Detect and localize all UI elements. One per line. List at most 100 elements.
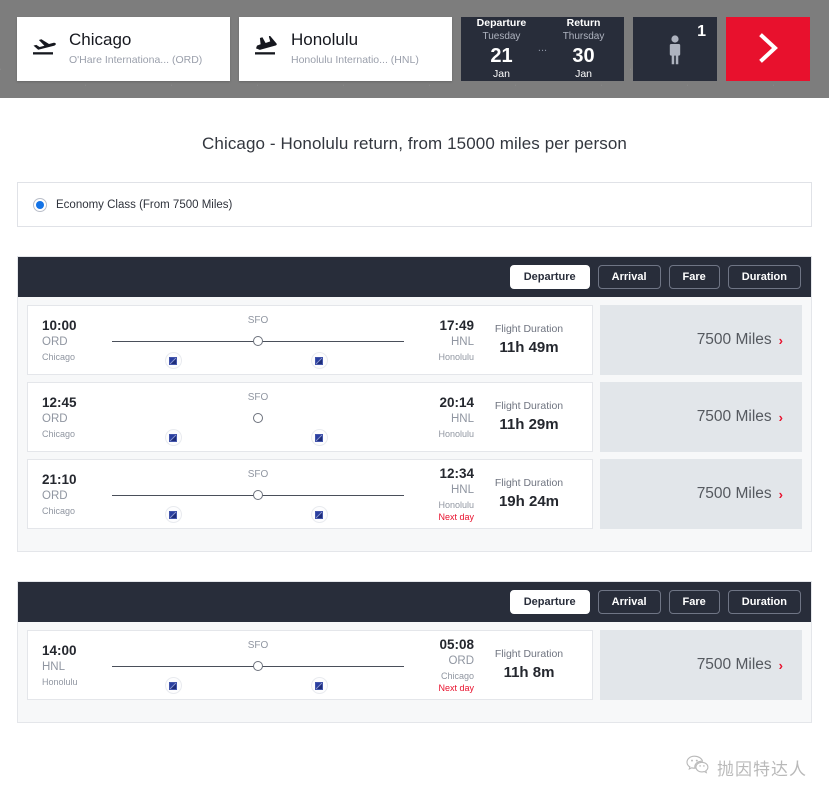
flight-row: 14:00 HNL Honolulu SFO 05:08 ORD Chicago… xyxy=(27,630,802,700)
flight-row: 10:00 ORD Chicago SFO 17:49 HNL Honolulu xyxy=(27,305,802,375)
flight-departure: 10:00 ORD Chicago xyxy=(42,317,106,363)
return-weekday: Thursday xyxy=(562,31,605,43)
duration-value: 11h 8m xyxy=(503,664,555,682)
flight-duration: Flight Duration 11h 29m xyxy=(474,399,578,436)
airline-logo-icon xyxy=(310,677,328,694)
flight-details: 12:45 ORD Chicago SFO 20:14 HNL Honolulu… xyxy=(27,382,593,452)
return-day: 30 xyxy=(572,44,595,67)
flight-arrival: 12:34 HNL Honolulu Next day xyxy=(410,465,474,523)
return-label: Return xyxy=(566,16,601,29)
origin-airport: O'Hare Internationa... (ORD) xyxy=(69,53,203,66)
sort-tab-arrival[interactable]: Arrival xyxy=(597,590,661,614)
departure-city: Chicago xyxy=(42,351,76,362)
destination-airport: Honolulu Internatio... (HNL) xyxy=(291,53,419,66)
cabin-class-label: Economy Class (From 7500 Miles) xyxy=(56,198,233,211)
wechat-icon xyxy=(686,755,710,780)
plane-takeoff-icon xyxy=(31,36,57,63)
arrival-time: 12:34 xyxy=(439,465,474,481)
sort-tab-fare[interactable]: Fare xyxy=(668,590,720,614)
departure-airport-code: ORD xyxy=(42,413,68,426)
arrival-time: 05:08 xyxy=(439,636,474,652)
airline-logo-icon xyxy=(164,429,182,446)
flight-path: SFO xyxy=(112,387,404,447)
chevron-right-icon: › xyxy=(778,409,783,425)
arrival-city: Honolulu xyxy=(438,351,474,362)
passenger-selector[interactable]: 1 xyxy=(633,17,717,81)
fare-price: 7500 Miles xyxy=(696,485,772,502)
inbound-sort-bar: Departure Arrival Fare Duration xyxy=(18,582,811,622)
fare-price: 7500 Miles xyxy=(696,408,772,425)
select-fare-button[interactable]: 7500 Miles › xyxy=(600,382,802,452)
fare-price: 7500 Miles xyxy=(696,656,772,673)
sort-tab-departure[interactable]: Departure xyxy=(509,265,590,289)
flight-departure: 14:00 HNL Honolulu xyxy=(42,642,106,688)
select-fare-button[interactable]: 7500 Miles › xyxy=(600,305,802,375)
arrival-airport-code: HNL xyxy=(450,413,474,426)
sort-tab-duration[interactable]: Duration xyxy=(727,265,801,289)
return-date[interactable]: Return Thursday 30 Jan xyxy=(553,17,614,82)
select-fare-button[interactable]: 7500 Miles › xyxy=(600,630,802,700)
departure-airport-code: ORD xyxy=(42,490,68,503)
page-title: Chicago - Honolulu return, from 15000 mi… xyxy=(202,134,627,153)
sort-tab-arrival[interactable]: Arrival xyxy=(597,265,661,289)
stopover-code: SFO xyxy=(247,392,269,403)
origin-selector[interactable]: Chicago O'Hare Internationa... (ORD) xyxy=(17,17,230,81)
arrival-airport-code: ORD xyxy=(448,655,474,668)
sort-tab-departure[interactable]: Departure xyxy=(509,590,590,614)
departure-city: Honolulu xyxy=(42,676,78,687)
flight-duration: Flight Duration 11h 49m xyxy=(474,322,578,359)
inbound-flight-list: 14:00 HNL Honolulu SFO 05:08 ORD Chicago… xyxy=(18,622,811,722)
flight-path: SFO xyxy=(112,464,404,524)
sort-tab-duration[interactable]: Duration xyxy=(727,590,801,614)
airline-logo-icon xyxy=(310,352,328,369)
stopover-dot-icon xyxy=(253,661,263,671)
flight-path: SFO xyxy=(112,310,404,370)
chevron-right-icon xyxy=(753,31,783,68)
search-submit-button[interactable] xyxy=(726,17,810,81)
outbound-sort-bar: Departure Arrival Fare Duration xyxy=(18,257,811,297)
destination-selector[interactable]: Honolulu Honolulu Internatio... (HNL) xyxy=(239,17,452,81)
flight-row: 12:45 ORD Chicago SFO 20:14 HNL Honolulu… xyxy=(27,382,802,452)
chevron-right-icon: › xyxy=(778,332,783,348)
arrival-airport-code: HNL xyxy=(450,484,474,497)
search-summary-header: Chicago O'Hare Internationa... (ORD) Hon… xyxy=(0,0,829,98)
departure-time: 12:45 xyxy=(42,395,77,411)
arrival-city: Chicago xyxy=(440,670,474,681)
duration-label: Flight Duration xyxy=(494,647,564,660)
cabin-class-option[interactable]: Economy Class (From 7500 Miles) xyxy=(17,182,812,227)
flight-details: 10:00 ORD Chicago SFO 17:49 HNL Honolulu xyxy=(27,305,593,375)
flight-row: 21:10 ORD Chicago SFO 12:34 HNL Honolulu… xyxy=(27,459,802,529)
select-fare-button[interactable]: 7500 Miles › xyxy=(600,459,802,529)
flight-departure: 21:10 ORD Chicago xyxy=(42,471,106,517)
airline-logo-icon xyxy=(310,429,328,446)
date-separator: ... xyxy=(537,42,548,54)
flight-duration: Flight Duration 11h 8m xyxy=(474,647,578,684)
departure-time: 14:00 xyxy=(42,643,77,659)
chevron-right-icon: › xyxy=(778,657,783,673)
date-selector[interactable]: Departure Tuesday 21 Jan ... Return Thur… xyxy=(461,17,624,81)
departure-date[interactable]: Departure Tuesday 21 Jan xyxy=(471,17,532,82)
stopover-code: SFO xyxy=(247,640,269,651)
next-day-badge: Next day xyxy=(438,511,474,522)
flight-path: SFO xyxy=(112,635,404,695)
economy-class-radio[interactable] xyxy=(33,197,47,212)
arrival-city: Honolulu xyxy=(438,428,474,439)
departure-time: 10:00 xyxy=(42,318,77,334)
flight-arrival: 05:08 ORD Chicago Next day xyxy=(410,636,474,694)
passenger-count: 1 xyxy=(697,23,706,40)
airline-logo-icon xyxy=(164,677,182,694)
duration-label: Flight Duration xyxy=(494,399,564,412)
inbound-results-card: Departure Arrival Fare Duration 14:00 HN… xyxy=(17,581,812,723)
airline-logo-icon xyxy=(164,352,182,369)
duration-value: 11h 49m xyxy=(499,339,559,357)
outbound-results-card: Departure Arrival Fare Duration 10:00 OR… xyxy=(17,256,812,552)
flight-departure: 12:45 ORD Chicago xyxy=(42,394,106,440)
next-day-badge: Next day xyxy=(438,682,474,693)
stopover-code: SFO xyxy=(247,315,269,326)
flight-arrival: 17:49 HNL Honolulu xyxy=(410,317,474,363)
plane-landing-icon xyxy=(253,35,279,63)
duration-value: 11h 29m xyxy=(499,416,559,434)
airline-logo-icon xyxy=(310,506,328,523)
departure-airport-code: HNL xyxy=(42,661,66,674)
sort-tab-fare[interactable]: Fare xyxy=(668,265,720,289)
